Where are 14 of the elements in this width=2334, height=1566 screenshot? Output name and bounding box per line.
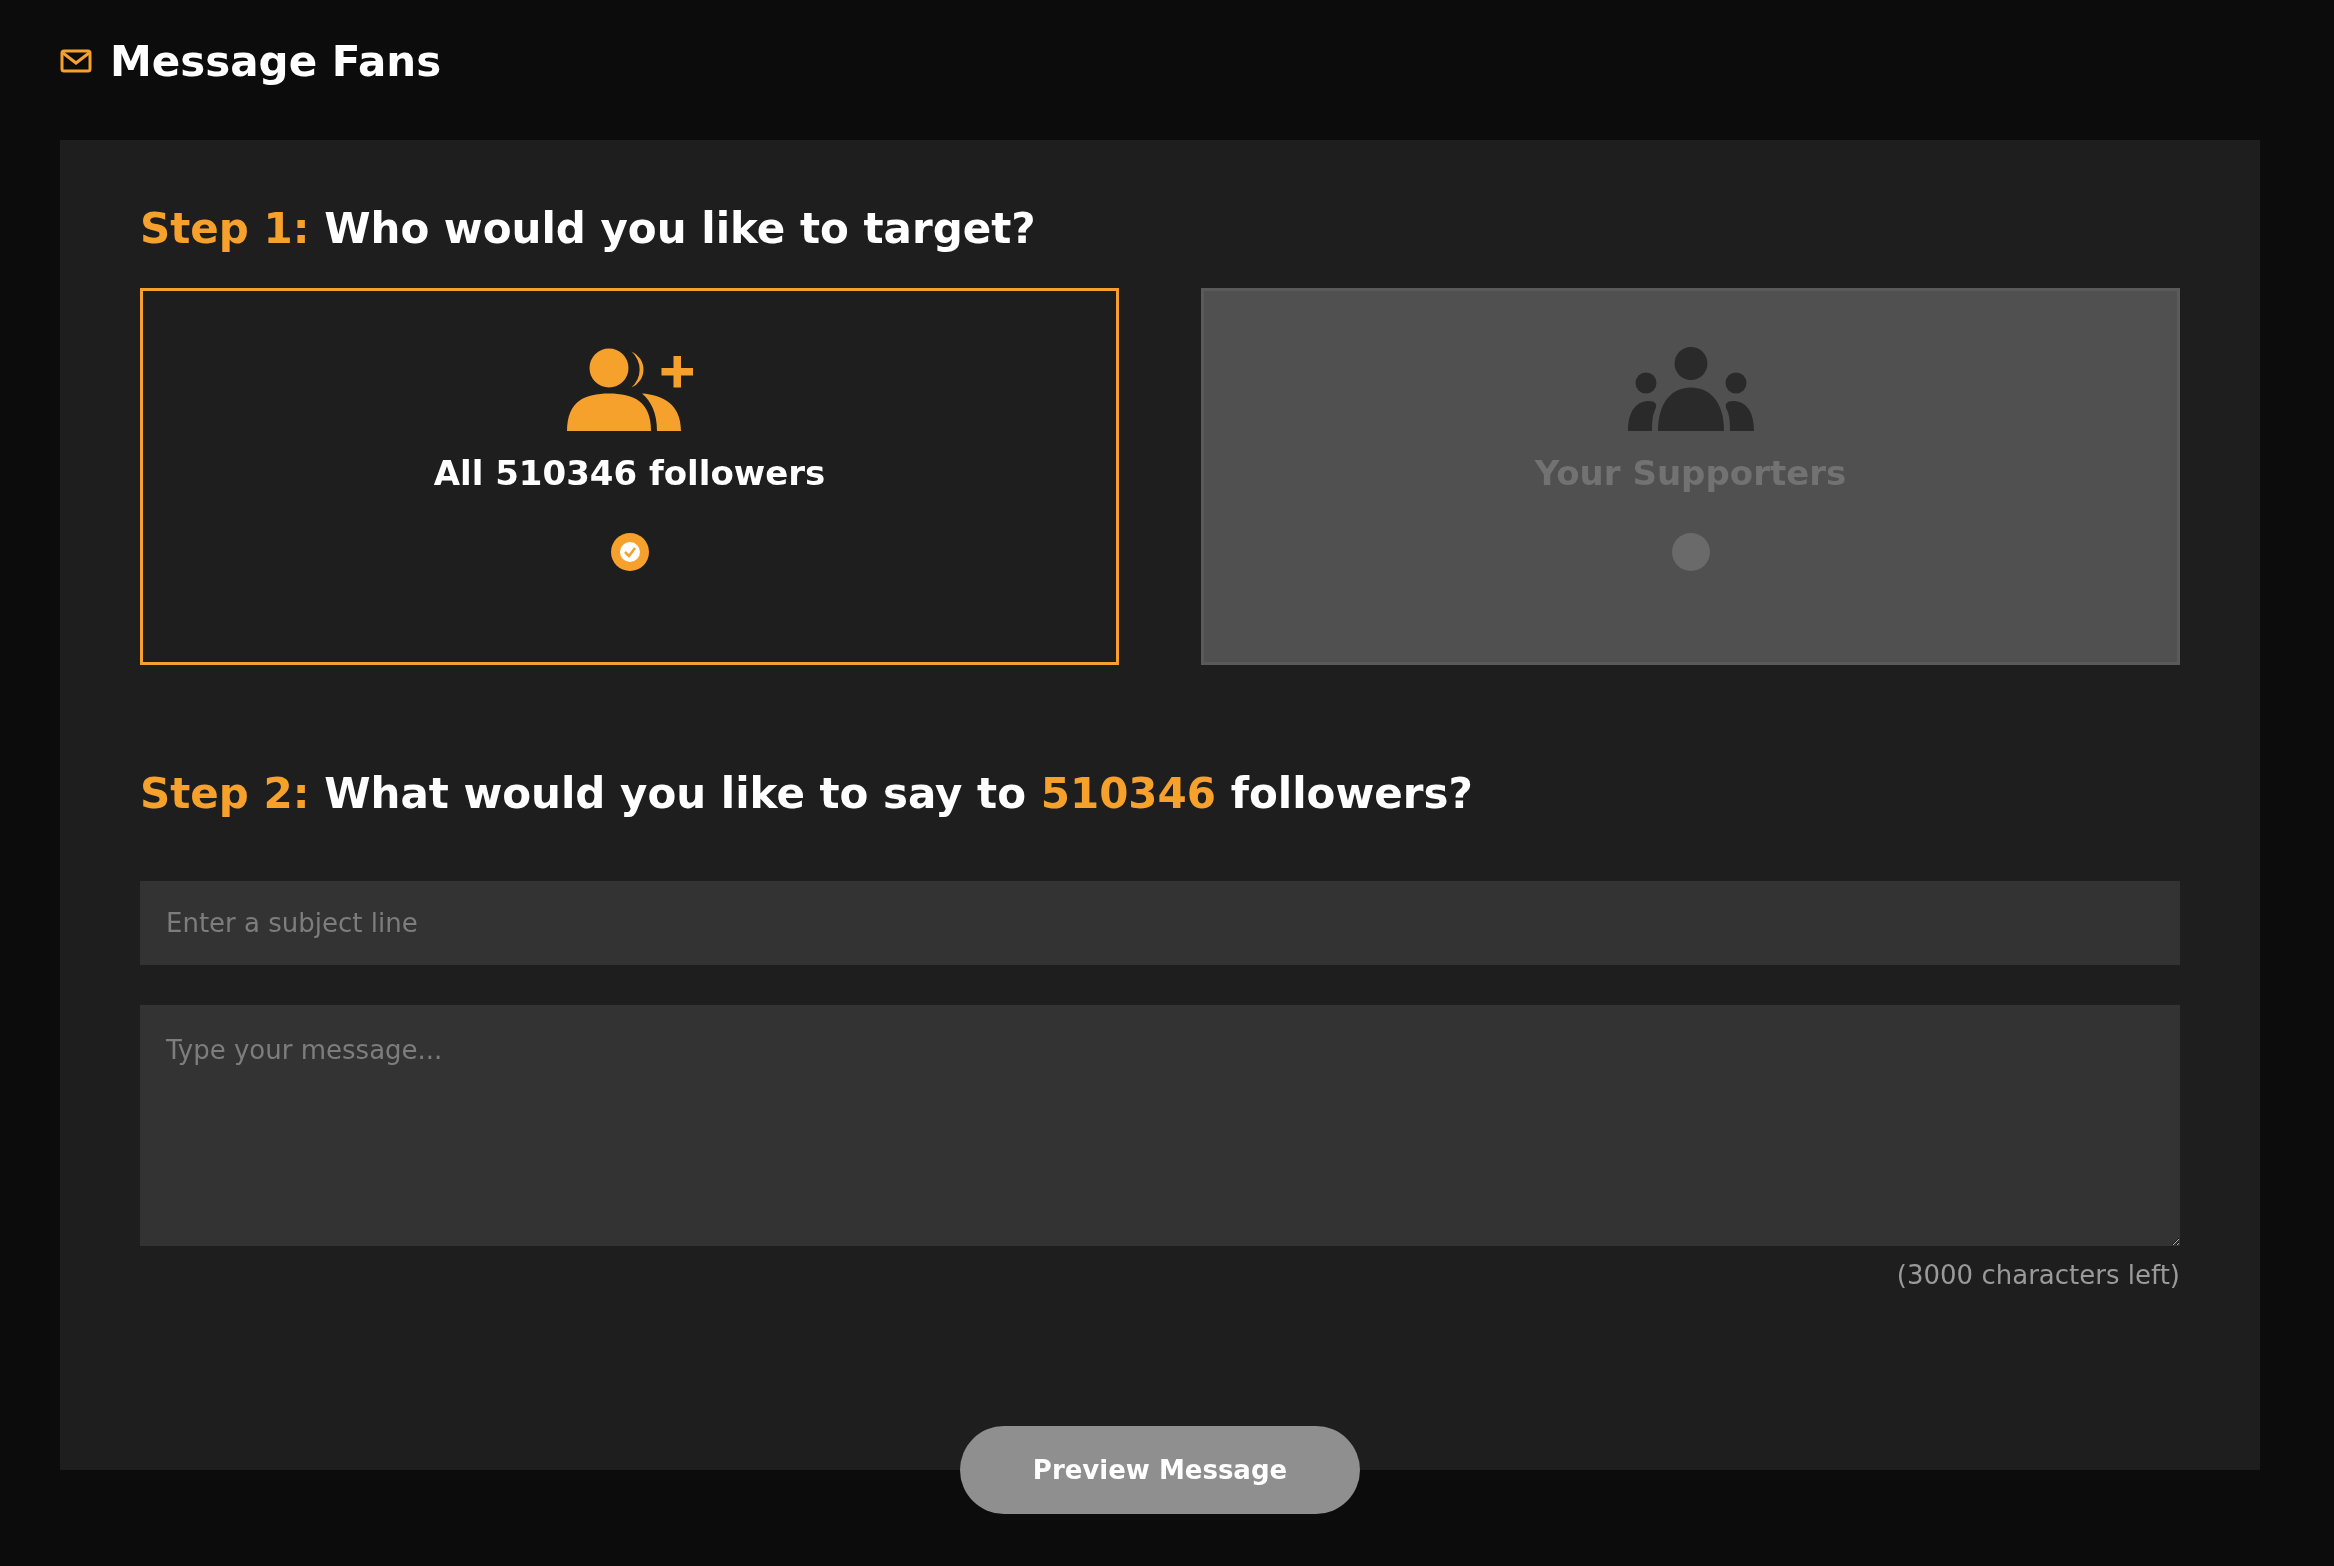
radio-circle-icon [1671, 533, 1710, 571]
page-title: Message Fans [110, 36, 442, 86]
characters-left: (3000 characters left) [1896, 1260, 2180, 1290]
user-plus-icon [566, 347, 693, 431]
group-icon [1627, 347, 1754, 431]
audience-option[interactable]: All 510346 followers [140, 288, 1119, 665]
envelope-icon [60, 49, 92, 73]
check-circle-icon [610, 533, 649, 571]
message-field[interactable]: Type your message... [140, 1005, 2180, 1246]
step-heading: Step 2: What would you like to say to 510346 followers? [140, 768, 1474, 820]
preview-button[interactable]: Preview Message [960, 1426, 1360, 1514]
option-label: All 510346 followers [433, 453, 826, 493]
subject-field[interactable]: Enter a subject line [140, 881, 2180, 965]
step-heading: Step 1: Who would you like to target? [140, 203, 1037, 255]
